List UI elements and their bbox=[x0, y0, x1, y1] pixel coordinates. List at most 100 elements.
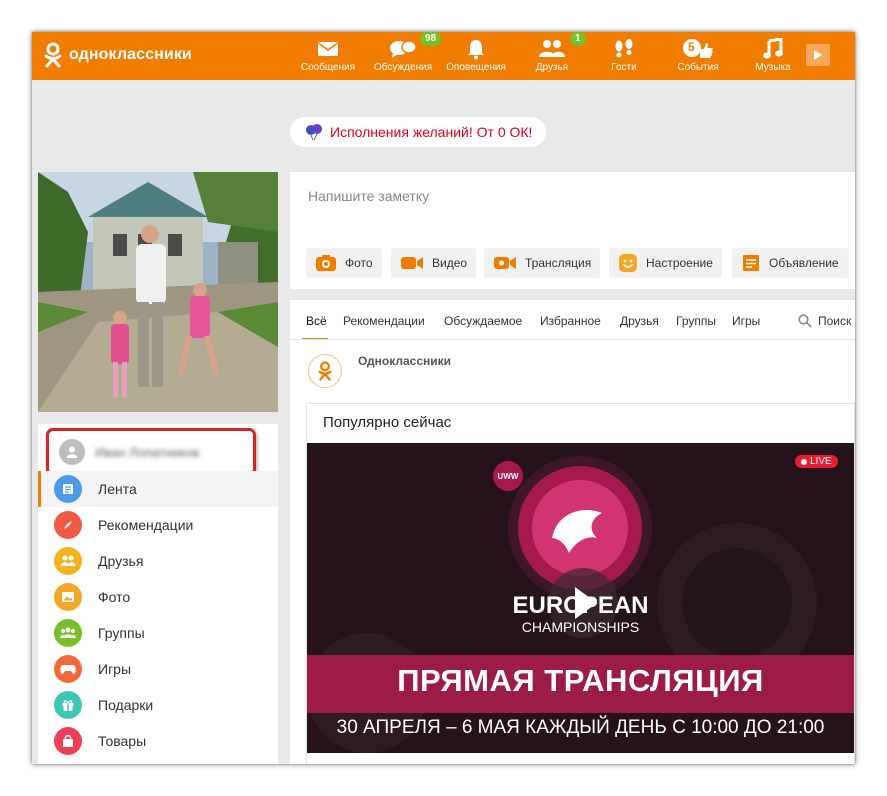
user-name: Иван Лопатников bbox=[95, 444, 200, 460]
sidebar-item-label: Товары bbox=[98, 733, 147, 749]
top-navigation-bar: одноклассники Сообщения Обсуждения 98 Оп… bbox=[32, 32, 855, 80]
divider bbox=[290, 339, 855, 340]
brand-logo[interactable]: одноклассники bbox=[44, 42, 192, 68]
video-preview[interactable]: UWW LIVE EUROPEAN CHAMPIONSHIPS ПРЯМАЯ Т… bbox=[307, 443, 854, 753]
feed-search-label: Поиск bbox=[818, 314, 852, 328]
tab-discussed[interactable]: Обсуждаемое bbox=[444, 314, 522, 328]
shopping-bag-icon bbox=[54, 727, 82, 755]
balloons-icon bbox=[306, 124, 322, 141]
composer-photo-button[interactable]: Фото bbox=[306, 248, 382, 278]
live-badge: LIVE bbox=[795, 455, 838, 468]
sidebar-item-label: Фото bbox=[98, 589, 131, 605]
event-title-line2: CHAMPIONSHIPS bbox=[521, 619, 640, 635]
sidebar-item-label: Рекомендации bbox=[98, 517, 194, 533]
popular-now-card: Популярно сейчас UWW LIVE EUROPEAN CHAMP… bbox=[306, 403, 855, 764]
chat-bubbles-icon bbox=[390, 40, 417, 58]
broadcast-icon bbox=[494, 257, 516, 269]
nav-label: Сообщения bbox=[300, 62, 356, 73]
profile-photo[interactable] bbox=[38, 172, 278, 412]
nav-label: Обсуждения bbox=[373, 62, 433, 73]
nav-label: Оповещения bbox=[446, 62, 506, 73]
friends-icon bbox=[539, 40, 565, 57]
composer-mood-button[interactable]: Настроение bbox=[609, 248, 722, 278]
search-icon bbox=[798, 314, 812, 328]
compass-icon bbox=[54, 511, 82, 539]
avatar bbox=[59, 439, 85, 465]
brand-name: одноклассники bbox=[69, 46, 192, 63]
nav-guests[interactable]: Гости bbox=[604, 36, 644, 78]
profile-name-link[interactable]: Иван Лопатников bbox=[46, 428, 256, 476]
sidebar-item-groups[interactable]: Группы bbox=[38, 615, 278, 651]
nav-music[interactable]: Музыка bbox=[752, 36, 794, 78]
composer-broadcast-button[interactable]: Трансляция bbox=[484, 248, 601, 278]
user-silhouette-icon bbox=[66, 446, 78, 458]
ok-logo-icon bbox=[318, 361, 332, 381]
envelope-icon bbox=[318, 42, 338, 56]
nav-messages[interactable]: Сообщения bbox=[300, 36, 356, 78]
event-title: EUROPEAN CHAMPIONSHIPS bbox=[307, 592, 854, 636]
play-icon bbox=[814, 50, 822, 60]
nav-events[interactable]: 5 События bbox=[672, 36, 724, 78]
news-feed: Всё Рекомендации Обсуждаемое Избранное Д… bbox=[290, 300, 855, 764]
music-note-icon bbox=[763, 38, 783, 59]
sidebar-item-products[interactable]: Товары bbox=[38, 723, 278, 759]
groups-icon bbox=[54, 619, 82, 647]
nav-label: События bbox=[677, 62, 719, 73]
nav-friends[interactable]: Друзья bbox=[527, 36, 577, 78]
sidebar-item-label: Лента bbox=[98, 481, 137, 497]
tab-groups[interactable]: Группы bbox=[676, 314, 716, 328]
promo-text: Исполнения желаний! От 0 ОК! bbox=[330, 124, 533, 140]
sidebar-item-label: Группы bbox=[98, 625, 145, 641]
tab-friends[interactable]: Друзья bbox=[620, 314, 659, 328]
tab-all[interactable]: Всё bbox=[306, 314, 327, 328]
gamepad-icon bbox=[54, 655, 82, 683]
events-icon bbox=[683, 39, 713, 58]
sidebar-item-recommendations[interactable]: Рекомендации bbox=[38, 507, 278, 543]
promo-banner[interactable]: Исполнения желаний! От 0 ОК! bbox=[290, 117, 547, 147]
nav-label: Гости bbox=[611, 62, 637, 73]
left-sidebar: Иван Лопатников Лента Рекомендации Друзь… bbox=[38, 424, 278, 764]
sidebar-item-label: Игры bbox=[98, 661, 132, 677]
note-input[interactable]: Напишите заметку bbox=[308, 188, 429, 204]
composer-button-label: Объявление bbox=[769, 256, 839, 270]
video-dates: 30 АПРЕЛЯ – 6 МАЯ КАЖДЫЙ ДЕНЬ С 10:00 ДО… bbox=[336, 717, 825, 738]
tab-games[interactable]: Игры bbox=[732, 314, 760, 328]
sidebar-item-friends[interactable]: Друзья bbox=[38, 543, 278, 579]
composer-video-button[interactable]: Видео bbox=[391, 248, 477, 278]
source-avatar[interactable] bbox=[308, 354, 342, 388]
bell-icon bbox=[468, 40, 484, 60]
feed-search[interactable]: Поиск bbox=[798, 314, 851, 328]
profile-photo-image bbox=[38, 172, 278, 412]
sidebar-item-games[interactable]: Игры bbox=[38, 651, 278, 687]
nav-label: Друзья bbox=[535, 62, 569, 73]
footprints-icon bbox=[615, 39, 633, 58]
card-title: Популярно сейчас bbox=[323, 414, 452, 431]
sidebar-item-gifts[interactable]: Подарки bbox=[38, 687, 278, 723]
video-camera-icon bbox=[401, 257, 423, 269]
nav-notifications[interactable]: Оповещения bbox=[444, 36, 508, 78]
feed-icon bbox=[54, 475, 82, 503]
discussions-badge: 98 bbox=[420, 32, 442, 46]
video-headline: ПРЯМАЯ ТРАНСЛЯЦИЯ bbox=[397, 663, 764, 698]
events-count: 5 bbox=[688, 40, 695, 54]
friends-icon bbox=[54, 547, 82, 575]
composer-button-label: Видео bbox=[432, 256, 468, 270]
video-player-button[interactable] bbox=[806, 44, 830, 66]
tab-favorites[interactable]: Избранное bbox=[540, 314, 601, 328]
friends-badge: 1 bbox=[570, 32, 586, 46]
app-window: одноклассники Сообщения Обсуждения 98 Оп… bbox=[32, 32, 855, 764]
tab-recommendations[interactable]: Рекомендации bbox=[343, 314, 425, 328]
live-label: LIVE bbox=[810, 456, 832, 467]
nav-label: Музыка bbox=[755, 62, 791, 73]
source-name[interactable]: Одноклассники bbox=[358, 354, 451, 368]
sidebar-item-label: Друзья bbox=[98, 553, 144, 569]
composer-button-label: Настроение bbox=[646, 256, 713, 270]
smile-icon bbox=[619, 254, 637, 272]
composer-ad-button[interactable]: Объявление bbox=[732, 248, 848, 278]
sidebar-item-photo[interactable]: Фото bbox=[38, 579, 278, 615]
post-composer: Напишите заметку Фото Видео Трансляция Н… bbox=[290, 172, 855, 289]
sidebar-item-feed[interactable]: Лента bbox=[38, 471, 278, 507]
org-badge: UWW bbox=[493, 461, 523, 491]
event-title-line1: EUROPEAN bbox=[512, 592, 649, 619]
camera-icon bbox=[316, 255, 336, 271]
